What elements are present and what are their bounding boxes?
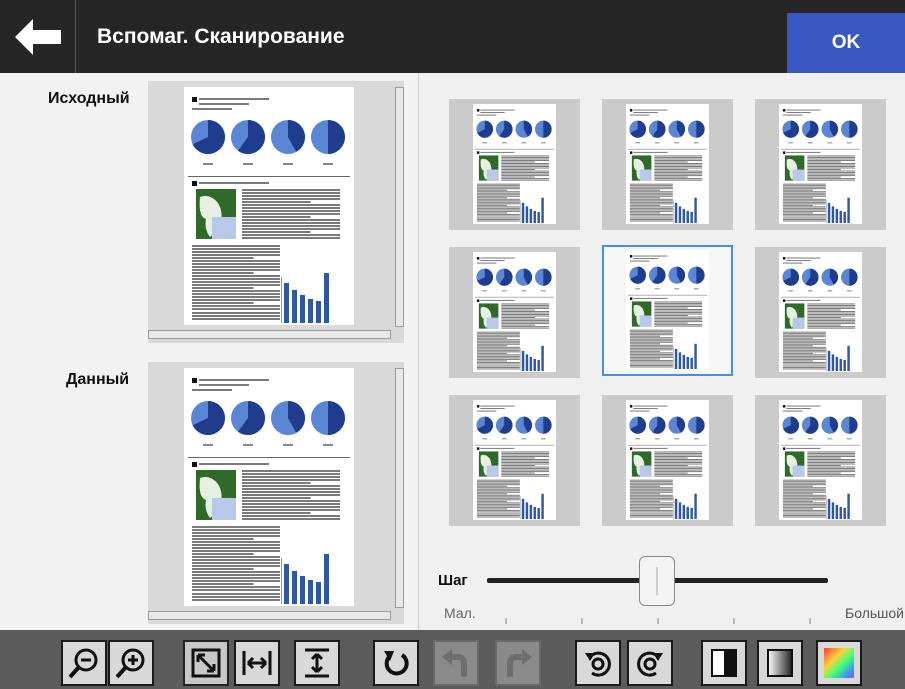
fit-width-button[interactable]	[234, 640, 280, 686]
redo-rotate-icon	[637, 651, 663, 677]
rotate-button[interactable]	[373, 640, 419, 686]
rotate-right-disabled-icon	[507, 649, 532, 677]
current-preview	[148, 362, 404, 624]
thumbnail[interactable]	[755, 99, 886, 230]
slider-tick	[733, 618, 735, 624]
original-preview	[148, 81, 404, 343]
original-vertical-scrollbar[interactable]	[395, 87, 404, 327]
fit-height-button[interactable]	[294, 640, 340, 686]
rotate-left-button[interactable]	[433, 640, 479, 686]
rotate-right-button[interactable]	[495, 640, 541, 686]
thumbnail[interactable]	[602, 99, 733, 230]
current-page	[184, 368, 354, 606]
thumbnail[interactable]	[449, 99, 580, 230]
ok-button[interactable]: OK	[787, 13, 905, 73]
page-title: Вспомаг. Сканирование	[97, 25, 345, 48]
zoom-out-button[interactable]	[61, 640, 107, 686]
step-label: Шаг	[438, 572, 468, 589]
thumbnail[interactable]	[449, 247, 580, 378]
bottom-toolbar	[0, 630, 905, 689]
slider-tick	[505, 618, 507, 624]
undo-rotate-icon	[585, 651, 611, 677]
current-vertical-scrollbar[interactable]	[395, 368, 404, 608]
fit-height-icon	[305, 648, 329, 678]
thumbnail[interactable]	[755, 395, 886, 526]
thumbnail[interactable]	[755, 247, 886, 378]
bw-mode-button[interactable]	[701, 640, 747, 686]
thumbnail[interactable]	[449, 395, 580, 526]
slider-max-label: Большой	[845, 605, 904, 621]
fit-width-icon	[242, 651, 272, 675]
fit-page-button[interactable]	[183, 640, 229, 686]
zoom-in-button[interactable]	[108, 640, 154, 686]
back-button[interactable]	[0, 0, 76, 73]
grayscale-mode-button[interactable]	[757, 640, 803, 686]
original-horizontal-scrollbar[interactable]	[148, 330, 391, 339]
color-mode-button[interactable]	[816, 640, 862, 686]
slider-min-label: Мал.	[444, 605, 476, 621]
redo-rotate-button[interactable]	[627, 640, 673, 686]
current-label: Данный	[66, 371, 130, 388]
step-slider-handle[interactable]	[639, 556, 675, 606]
preview-panel: Исходный Данный	[0, 73, 419, 630]
original-page	[184, 87, 354, 325]
undo-rotate-button[interactable]	[575, 640, 621, 686]
current-horizontal-scrollbar[interactable]	[148, 611, 391, 620]
grayscale-mode-icon	[767, 649, 793, 677]
bw-mode-icon	[711, 649, 737, 677]
rotate-left-disabled-icon	[442, 649, 467, 677]
slider-tick	[809, 618, 811, 624]
rotate-icon	[384, 651, 409, 676]
thumbnail[interactable]	[602, 395, 733, 526]
header-bar: Вспомаг. Сканирование OK	[0, 0, 905, 73]
arrow-left-icon	[14, 18, 61, 55]
zoom-out-icon	[68, 648, 98, 679]
slider-tick	[581, 618, 583, 624]
zoom-in-icon	[115, 648, 145, 679]
thumbnail-grid	[419, 73, 905, 630]
fit-page-icon	[191, 648, 221, 678]
original-label: Исходный	[48, 90, 130, 107]
thumbnail-selected[interactable]	[602, 245, 733, 376]
color-mode-icon	[824, 648, 854, 678]
slider-tick	[657, 618, 659, 624]
